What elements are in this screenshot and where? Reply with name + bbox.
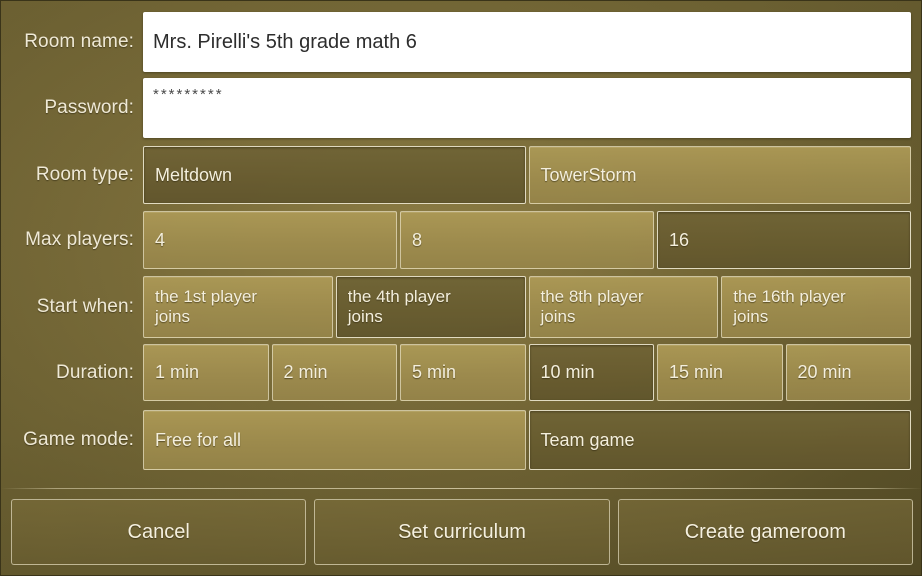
game-mode-option-team-game[interactable]: Team game — [528, 410, 911, 470]
room-type-row: Room type: Meltdown TowerStorm — [1, 146, 921, 204]
room-type-option-label: Meltdown — [155, 164, 233, 185]
duration-option-label: 2 min — [283, 362, 328, 383]
duration-options: 1 min 2 min 5 min 10 min 15 min 20 min — [143, 344, 921, 401]
dialog-footer: Cancel Set curriculum Create gameroom — [1, 499, 921, 565]
start-when-option-4th[interactable]: the 4th player joins — [335, 276, 526, 338]
game-mode-row: Game mode: Free for all Team game — [1, 410, 921, 470]
duration-option-1min[interactable]: 1 min — [143, 344, 269, 401]
start-when-option-label: the 8th player joins — [540, 287, 644, 326]
max-players-option-label: 8 — [412, 229, 423, 250]
create-gameroom-button[interactable]: Create gameroom — [617, 499, 913, 565]
room-type-option-meltdown[interactable]: Meltdown — [143, 146, 526, 204]
cancel-button[interactable]: Cancel — [11, 499, 307, 565]
password-input[interactable]: ********* — [143, 78, 911, 138]
duration-option-label: 5 min — [412, 362, 457, 383]
game-mode-option-label: Team game — [540, 429, 635, 450]
duration-option-label: 20 min — [797, 362, 852, 383]
game-mode-options: Free for all Team game — [143, 410, 921, 470]
max-players-option-8[interactable]: 8 — [400, 211, 654, 269]
room-name-label: Room name: — [24, 31, 134, 52]
start-when-options: the 1st player joins the 4th player join… — [143, 276, 921, 338]
room-type-option-label: TowerStorm — [540, 164, 637, 185]
max-players-option-label: 16 — [669, 229, 690, 250]
max-players-option-16[interactable]: 16 — [657, 211, 911, 269]
game-mode-option-label: Free for all — [155, 429, 242, 450]
max-players-row: Max players: 4 8 16 — [1, 211, 921, 269]
max-players-options: 4 8 16 — [143, 211, 921, 269]
duration-option-5min[interactable]: 5 min — [400, 344, 526, 401]
room-name-row: Room name: Mrs. Pirelli's 5th grade math… — [1, 12, 921, 72]
duration-option-20min[interactable]: 20 min — [785, 344, 911, 401]
room-name-input[interactable]: Mrs. Pirelli's 5th grade math 6 — [143, 12, 911, 72]
set-curriculum-button[interactable]: Set curriculum — [314, 499, 610, 565]
duration-option-label: 10 min — [540, 362, 595, 383]
start-when-option-label: the 1st player joins — [155, 287, 258, 326]
max-players-option-label: 4 — [155, 229, 166, 250]
room-type-options: Meltdown TowerStorm — [143, 146, 921, 204]
start-when-row: Start when: the 1st player joins the 4th… — [1, 276, 921, 338]
start-when-option-8th[interactable]: the 8th player joins — [528, 276, 719, 338]
duration-option-10min[interactable]: 10 min — [528, 344, 654, 401]
max-players-label: Max players: — [25, 229, 134, 250]
room-name-fields: Mrs. Pirelli's 5th grade math 6 — [143, 12, 921, 72]
password-fields: ********* — [143, 78, 921, 138]
create-gameroom-dialog: Room name: Mrs. Pirelli's 5th grade math… — [0, 0, 922, 576]
duration-option-15min[interactable]: 15 min — [657, 344, 783, 401]
start-when-option-label: the 4th player joins — [347, 287, 451, 326]
duration-label: Duration: — [56, 361, 134, 383]
game-mode-label: Game mode: — [23, 429, 134, 450]
start-when-label: Start when: — [36, 296, 134, 317]
duration-row: Duration: 1 min 2 min 5 min 10 min 15 mi… — [1, 344, 921, 401]
footer-divider — [1, 488, 921, 489]
password-label: Password: — [44, 97, 134, 118]
max-players-option-4[interactable]: 4 — [143, 211, 397, 269]
game-mode-option-free-for-all[interactable]: Free for all — [143, 410, 526, 470]
duration-option-label: 15 min — [669, 362, 724, 383]
room-type-label: Room type: — [35, 164, 134, 185]
start-when-option-label: the 16th player joins — [733, 287, 846, 326]
password-row: Password: ********* — [1, 78, 921, 138]
start-when-option-1st[interactable]: the 1st player joins — [143, 276, 333, 338]
room-type-option-towerstorm[interactable]: TowerStorm — [528, 146, 911, 204]
start-when-option-16th[interactable]: the 16th player joins — [721, 276, 911, 338]
duration-option-2min[interactable]: 2 min — [271, 344, 397, 401]
duration-option-label: 1 min — [155, 362, 200, 383]
